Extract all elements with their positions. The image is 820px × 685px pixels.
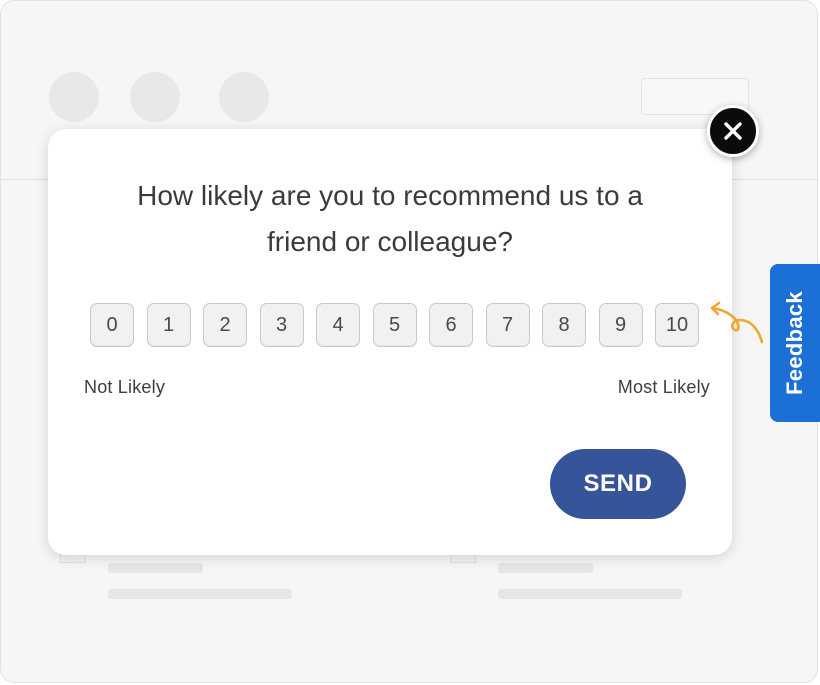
curved-arrow-icon	[710, 301, 764, 344]
placeholder-text-bar	[108, 589, 292, 599]
placeholder-text-bar	[498, 589, 682, 599]
score-button-8[interactable]: 8	[542, 303, 586, 347]
score-button-5[interactable]: 5	[372, 303, 417, 347]
score-button-3[interactable]: 3	[259, 303, 304, 347]
feedback-tab[interactable]: Feedback	[770, 264, 820, 422]
survey-question-line: friend or colleague?	[267, 226, 513, 257]
feedback-tab-label: Feedback	[782, 291, 807, 395]
score-button-9[interactable]: 9	[598, 303, 643, 347]
close-icon	[724, 122, 742, 140]
score-button-10[interactable]: 10	[655, 303, 699, 347]
placeholder-avatar	[130, 72, 180, 122]
placeholder-text-bar	[108, 563, 203, 573]
most-likely-label: Most Likely	[617, 377, 710, 397]
placeholder-avatar	[49, 72, 99, 122]
not-likely-label: Not Likely	[84, 377, 166, 397]
survey-question-line: How likely are you to recommend us to a	[137, 180, 643, 211]
score-button-4[interactable]: 4	[316, 303, 360, 347]
close-button[interactable]	[707, 105, 759, 157]
score-button-1[interactable]: 1	[146, 303, 191, 347]
placeholder-avatar	[219, 72, 269, 122]
placeholder-text-bar	[498, 563, 593, 573]
nps-survey-modal: How likely are you to recommend us to a …	[48, 129, 732, 555]
send-button[interactable]: SEND	[550, 449, 686, 519]
survey-question: How likely are you to recommend us to a …	[48, 173, 732, 265]
score-button-6[interactable]: 6	[429, 303, 473, 347]
score-button-0[interactable]: 0	[90, 303, 134, 347]
score-button-7[interactable]: 7	[485, 303, 530, 347]
score-button-2[interactable]: 2	[203, 303, 247, 347]
